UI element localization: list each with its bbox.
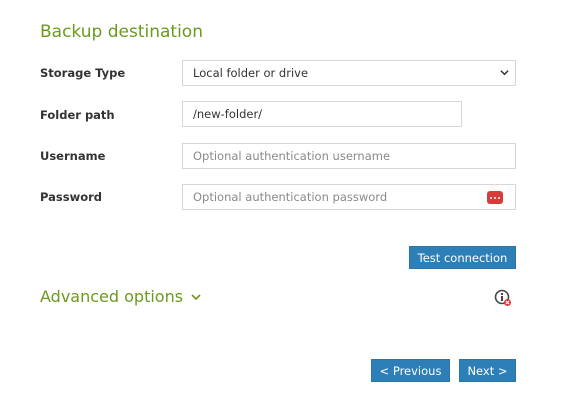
advanced-options-label: Advanced options: [40, 287, 184, 306]
previous-button[interactable]: < Previous: [371, 359, 450, 382]
password-label: Password: [40, 190, 102, 204]
storage-type-value: Local folder or drive: [193, 66, 309, 80]
username-placeholder: Optional authentication username: [193, 149, 391, 163]
test-connection-button[interactable]: Test connection: [409, 246, 516, 269]
chevron-down-icon: [500, 70, 509, 76]
username-label: Username: [40, 149, 106, 163]
next-button[interactable]: Next >: [459, 359, 516, 382]
password-input[interactable]: Optional authentication password: [182, 184, 516, 210]
folder-path-input[interactable]: /new-folder/: [182, 101, 462, 127]
folder-path-label: Folder path: [40, 108, 115, 122]
username-input[interactable]: Optional authentication username: [182, 143, 516, 169]
storage-type-label: Storage Type: [40, 66, 126, 80]
section-title: Backup destination: [40, 22, 203, 42]
advanced-options-toggle[interactable]: Advanced options: [40, 287, 201, 306]
storage-type-select[interactable]: Local folder or drive: [182, 60, 516, 86]
help-blocked-icon[interactable]: [494, 289, 512, 307]
folder-path-value: /new-folder/: [193, 107, 263, 121]
password-manager-icon[interactable]: [487, 191, 503, 204]
password-placeholder: Optional authentication password: [193, 190, 388, 204]
chevron-down-icon: [191, 293, 201, 300]
